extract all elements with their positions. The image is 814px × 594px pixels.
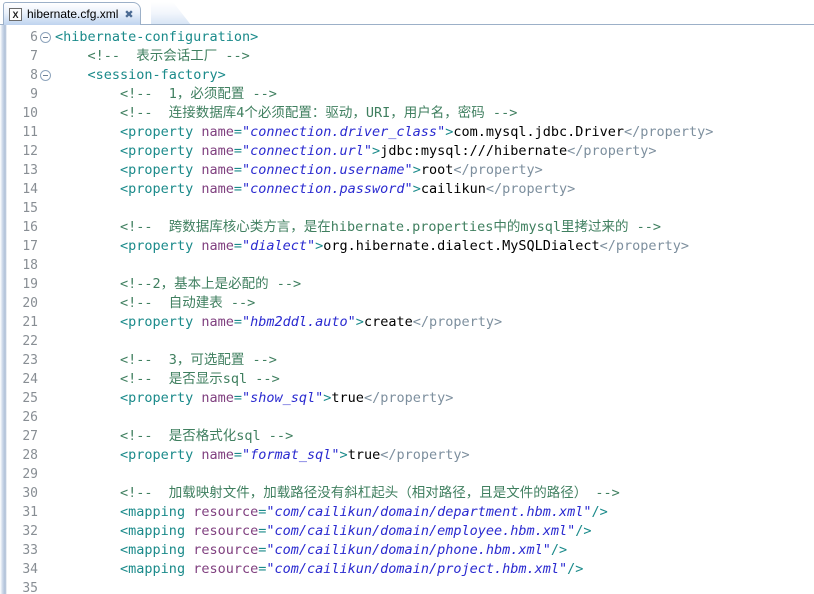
code-line[interactable]: 8 <session-factory> xyxy=(0,66,814,85)
line-number: 14 xyxy=(22,182,38,197)
code-line[interactable]: 28 <property name="format_sql">true</pro… xyxy=(0,446,814,465)
code-line[interactable]: 27 <!-- 是否格式化sql --> xyxy=(0,427,814,446)
line-source: <!--2，基本上是必配的 --> xyxy=(120,276,302,292)
line-number: 30 xyxy=(22,486,38,501)
line-source: <property name="connection.driver_class"… xyxy=(120,124,714,140)
line-source: <property name="dialect">org.hibernate.d… xyxy=(120,238,690,254)
line-source: <property name="hbm2ddl.auto">create</pr… xyxy=(120,314,503,330)
line-number: 20 xyxy=(22,296,38,311)
line-number: 6 xyxy=(30,30,38,45)
code-line[interactable]: 10 <!-- 连接数据库4个必须配置：驱动，URI，用户名，密码 --> xyxy=(0,104,814,123)
code-line[interactable]: 19 <!--2，基本上是必配的 --> xyxy=(0,275,814,294)
code-line[interactable]: 29 xyxy=(0,465,814,484)
line-source: <property name="format_sql">true</proper… xyxy=(120,447,470,463)
code-line[interactable]: 26 xyxy=(0,408,814,427)
code-line[interactable]: 11 <property name="connection.driver_cla… xyxy=(0,123,814,142)
line-number: 11 xyxy=(22,125,38,140)
code-line[interactable]: 18 xyxy=(0,256,814,275)
line-number: 32 xyxy=(22,524,38,539)
line-number: 15 xyxy=(22,201,38,216)
code-line[interactable]: 13 <property name="connection.username">… xyxy=(0,161,814,180)
line-number: 27 xyxy=(22,429,38,444)
line-number: 26 xyxy=(22,410,38,425)
code-line[interactable]: 17 <property name="dialect">org.hibernat… xyxy=(0,237,814,256)
code-line[interactable]: 14 <property name="connection.password">… xyxy=(0,180,814,199)
tab-hibernate-cfg-xml[interactable]: X hibernate.cfg.xml ✖ xyxy=(3,2,141,25)
code-line[interactable]: 20 <!-- 自动建表 --> xyxy=(0,294,814,313)
code-line[interactable]: 9 <!-- 1，必须配置 --> xyxy=(0,85,814,104)
line-number: 8 xyxy=(30,68,38,83)
line-number: 29 xyxy=(22,467,38,482)
line-number: 22 xyxy=(22,334,38,349)
code-line[interactable]: 22 xyxy=(0,332,814,351)
line-number: 31 xyxy=(22,505,38,520)
code-line[interactable]: 32 <mapping resource="com/cailikun/domai… xyxy=(0,522,814,541)
line-number: 25 xyxy=(22,391,38,406)
line-source: <property name="connection.username">roo… xyxy=(120,162,543,178)
line-number: 9 xyxy=(30,87,38,102)
line-source: <mapping resource="com/cailikun/domain/p… xyxy=(120,542,568,558)
line-source: <!-- 加载映射文件，加载路径没有斜杠起头（相对路径，且是文件的路径） --> xyxy=(120,485,620,501)
code-line[interactable]: 7 <!-- 表示会话工厂 --> xyxy=(0,47,814,66)
fold-collapse-icon[interactable] xyxy=(40,32,51,43)
line-number: 21 xyxy=(22,315,38,330)
line-number: 24 xyxy=(22,372,38,387)
line-source: <mapping resource="com/cailikun/domain/e… xyxy=(120,523,592,539)
line-source: <property name="connection.password">cai… xyxy=(120,181,576,197)
code-line[interactable]: 25 <property name="show_sql">true</prope… xyxy=(0,389,814,408)
line-number: 23 xyxy=(22,353,38,368)
code-line[interactable]: 31 <mapping resource="com/cailikun/domai… xyxy=(0,503,814,522)
editor-tab-bar: X hibernate.cfg.xml ✖ xyxy=(0,0,814,25)
line-source: <mapping resource="com/cailikun/domain/d… xyxy=(120,504,608,520)
code-line[interactable]: 16 <!-- 跨数据库核心类方言，是在hibernate.properties… xyxy=(0,218,814,237)
code-line[interactable]: 23 <!-- 3，可选配置 --> xyxy=(0,351,814,370)
line-source: <session-factory> xyxy=(87,67,226,83)
line-number: 13 xyxy=(22,163,38,178)
fold-collapse-icon[interactable] xyxy=(40,70,51,81)
tab-trailing-edge xyxy=(151,2,191,25)
line-source: <!-- 1，必须配置 --> xyxy=(120,86,277,102)
line-source: <!-- 是否显示sql --> xyxy=(120,371,280,387)
line-source: <property name="connection.url">jdbc:mys… xyxy=(120,143,657,159)
line-number: 18 xyxy=(22,258,38,273)
code-line[interactable]: 21 <property name="hbm2ddl.auto">create<… xyxy=(0,313,814,332)
line-source: <property name="show_sql">true</property… xyxy=(120,390,454,406)
code-line[interactable]: 6 <hibernate-configuration> xyxy=(0,28,814,47)
line-source: <!-- 表示会话工厂 --> xyxy=(87,48,250,64)
line-number: 7 xyxy=(30,49,38,64)
code-lines: 6 <hibernate-configuration> 7 <!-- 表示会话工厂 … xyxy=(0,28,814,594)
code-line[interactable]: 34 <mapping resource="com/cailikun/domai… xyxy=(0,560,814,579)
eclipse-xml-editor-window: X hibernate.cfg.xml ✖ 6 <hibernate-config… xyxy=(0,0,814,594)
line-number: 16 xyxy=(22,220,38,235)
tab-title: hibernate.cfg.xml xyxy=(27,7,119,21)
line-source: <!-- 跨数据库核心类方言，是在hibernate.properties中的m… xyxy=(120,219,661,235)
line-source: <hibernate-configuration> xyxy=(55,29,259,45)
code-line[interactable]: 35 xyxy=(0,579,814,594)
code-line[interactable]: 33 <mapping resource="com/cailikun/domai… xyxy=(0,541,814,560)
line-number: 35 xyxy=(22,581,38,594)
line-source: <mapping resource="com/cailikun/domain/p… xyxy=(120,561,584,577)
line-number: 17 xyxy=(22,239,38,254)
xml-file-icon: X xyxy=(9,7,22,21)
line-number: 33 xyxy=(22,543,38,558)
line-source: <!-- 连接数据库4个必须配置：驱动，URI，用户名，密码 --> xyxy=(120,105,518,121)
line-number: 28 xyxy=(22,448,38,463)
code-editor-area[interactable]: 6 <hibernate-configuration> 7 <!-- 表示会话工厂 … xyxy=(0,25,814,594)
line-number: 12 xyxy=(22,144,38,159)
line-number: 10 xyxy=(22,106,38,121)
code-line[interactable]: 15 xyxy=(0,199,814,218)
line-source: <!-- 是否格式化sql --> xyxy=(120,428,294,444)
code-line[interactable]: 30 <!-- 加载映射文件，加载路径没有斜杠起头（相对路径，且是文件的路径） … xyxy=(0,484,814,503)
line-source: <!-- 3，可选配置 --> xyxy=(120,352,277,368)
line-number: 19 xyxy=(22,277,38,292)
line-source: <!-- 自动建表 --> xyxy=(120,295,256,311)
line-number: 34 xyxy=(22,562,38,577)
close-icon[interactable]: ✖ xyxy=(124,9,133,20)
code-line[interactable]: 24 <!-- 是否显示sql --> xyxy=(0,370,814,389)
code-line[interactable]: 12 <property name="connection.url">jdbc:… xyxy=(0,142,814,161)
